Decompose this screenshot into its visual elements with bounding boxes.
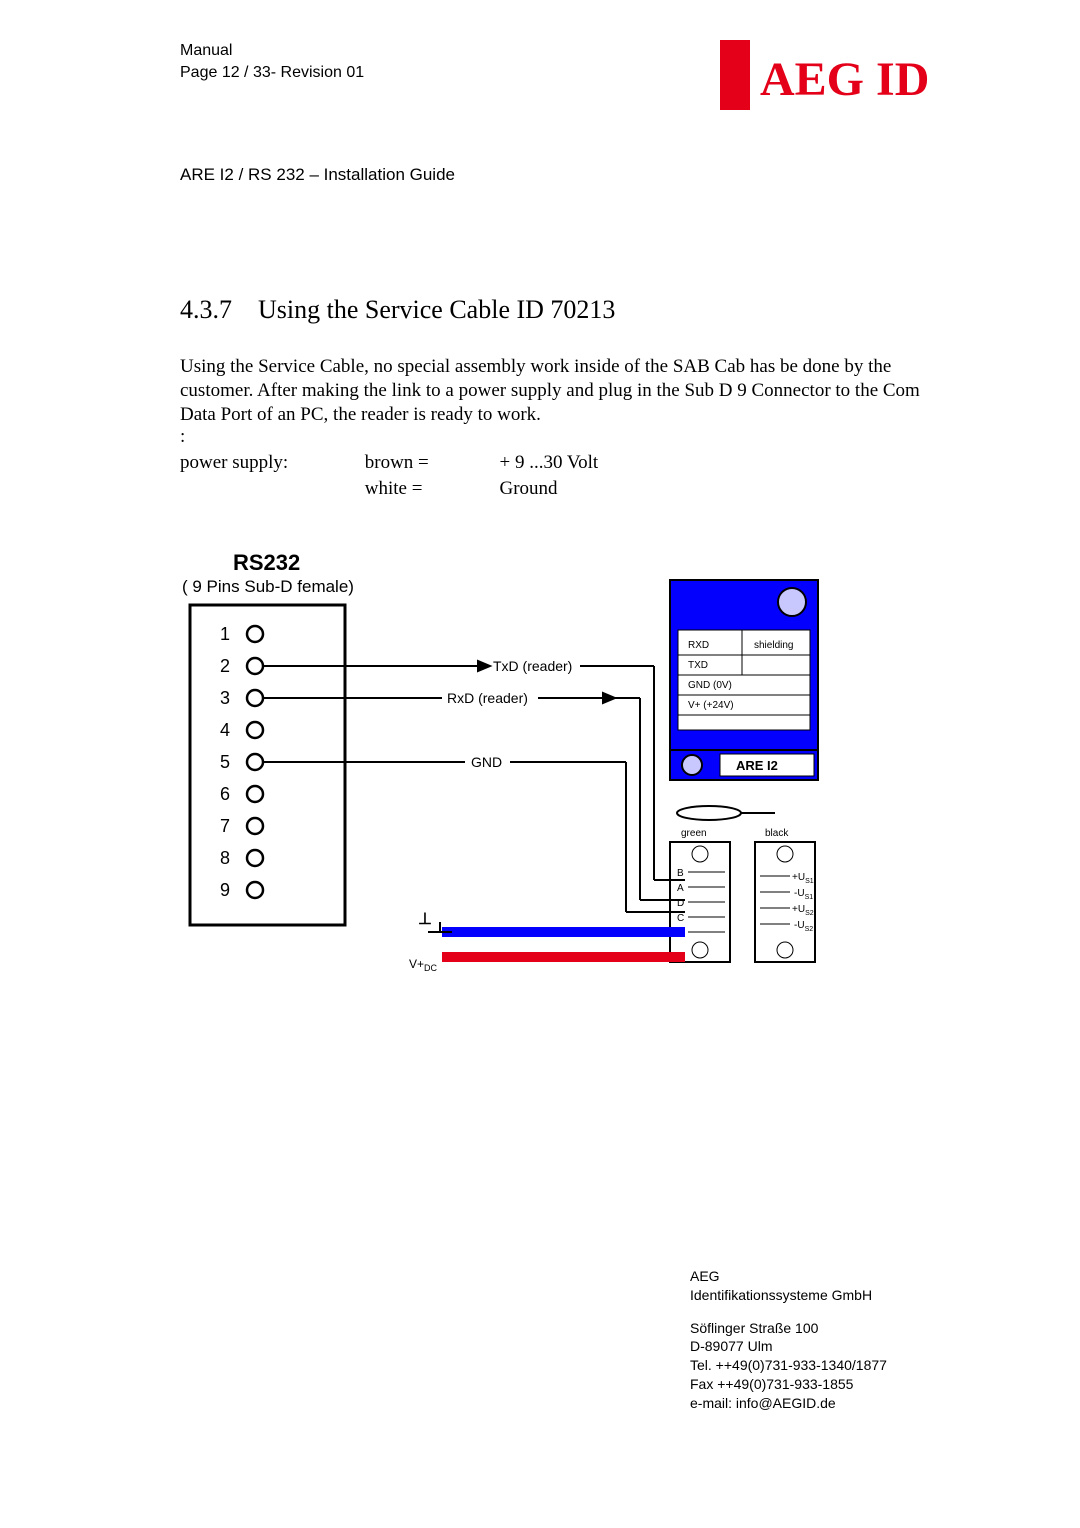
- pin-number: 1: [220, 624, 230, 644]
- conn-pin: B: [677, 868, 684, 879]
- device-row: TXD: [688, 660, 708, 671]
- white-val: Ground: [500, 478, 558, 500]
- diagram-title: RS232: [233, 550, 300, 575]
- footer-l7: e-mail: info@AEGID.de: [690, 1394, 887, 1413]
- wiring-diagram: RS232 ( 9 Pins Sub-D female) 1 2 3 4 5 6…: [180, 550, 830, 1010]
- footer-l3: Söflinger Straße 100: [690, 1319, 887, 1338]
- pin-circle-icon: [247, 626, 263, 642]
- device-box: RXD shielding TXD GND (0V) V+ (+24V) ARE…: [670, 580, 818, 780]
- pin-number: 3: [220, 688, 230, 708]
- power-supply-row-1: power supply: brown = + 9 ...30 Volt: [180, 452, 960, 474]
- device-row: RXD: [688, 640, 709, 651]
- logo-bar-icon: [720, 40, 750, 110]
- ground-vplus: ⊥ V+DC: [409, 911, 685, 973]
- doc-subtitle: ARE I2 / RS 232 – Installation Guide: [180, 165, 960, 185]
- ground-symbol-icon: ⊥: [418, 911, 432, 928]
- txd-label: TxD (reader): [493, 658, 572, 674]
- conn-pin: C: [677, 913, 684, 924]
- colon-line: :: [180, 426, 960, 448]
- ps-label: power supply:: [180, 452, 360, 474]
- section-number: 4.3.7: [180, 295, 232, 324]
- aeg-id-logo: AEG ID: [720, 40, 960, 120]
- pin-number: 8: [220, 848, 230, 868]
- vplus-label: V+DC: [409, 957, 438, 973]
- pin-circle-icon: [247, 722, 263, 738]
- footer-l6: Fax ++49(0)731-933-1855: [690, 1375, 887, 1394]
- gnd-label: GND: [471, 754, 502, 770]
- section-heading: 4.3.7 Using the Service Cable ID 70213: [180, 295, 960, 325]
- device-screw-icon: [682, 755, 702, 775]
- pin-circle-icon: [247, 754, 263, 770]
- device-screw-icon: [778, 588, 806, 616]
- footer-l5: Tel. ++49(0)731-933-1340/1877: [690, 1356, 887, 1375]
- pin-number: 7: [220, 816, 230, 836]
- pin-circle-icon: [247, 690, 263, 706]
- device-shielding: shielding: [754, 640, 793, 651]
- pin-group: 1 2 3 4 5 6 7 8 9: [220, 624, 263, 900]
- device-row: V+ (+24V): [688, 700, 734, 711]
- footer-l2: Identifikationssysteme GmbH: [690, 1286, 887, 1305]
- pin-circle-icon: [247, 818, 263, 834]
- pin-circle-icon: [247, 882, 263, 898]
- white-eq: white =: [365, 478, 495, 500]
- black-label: black: [765, 828, 789, 839]
- pin-number: 6: [220, 784, 230, 804]
- subd-connector-outline: [190, 605, 345, 925]
- green-label: green: [681, 828, 707, 839]
- page: Manual Page 12 / 33- Revision 01 AEG ID …: [0, 0, 1080, 1528]
- brown-eq: brown =: [365, 452, 495, 474]
- pin-number: 2: [220, 656, 230, 676]
- conn-pin: A: [677, 883, 684, 894]
- pin-number: 5: [220, 752, 230, 772]
- power-supply-row-2: white = Ground: [180, 478, 960, 500]
- pin-circle-icon: [247, 786, 263, 802]
- section-paragraph: Using the Service Cable, no special asse…: [180, 355, 960, 426]
- device-title: ARE I2: [736, 758, 778, 773]
- rxd-label: RxD (reader): [447, 690, 528, 706]
- pin-number: 9: [220, 880, 230, 900]
- pin-circle-icon: [247, 658, 263, 674]
- pin-circle-icon: [247, 850, 263, 866]
- footer-address: AEG Identifikationssysteme GmbH Söflinge…: [690, 1267, 887, 1413]
- brown-val: + 9 ...30 Volt: [500, 452, 599, 474]
- section-title: Using the Service Cable ID 70213: [258, 295, 615, 324]
- diagram-subtitle: ( 9 Pins Sub-D female): [182, 577, 354, 596]
- logo-text: AEG ID: [760, 53, 929, 106]
- footer-l1: AEG: [690, 1267, 887, 1286]
- device-row: GND (0V): [688, 680, 732, 691]
- footer-l4: D-89077 Ulm: [690, 1337, 887, 1356]
- bottom-connectors: green black B A D C E +US1 -US1: [670, 828, 815, 962]
- pin-number: 4: [220, 720, 230, 740]
